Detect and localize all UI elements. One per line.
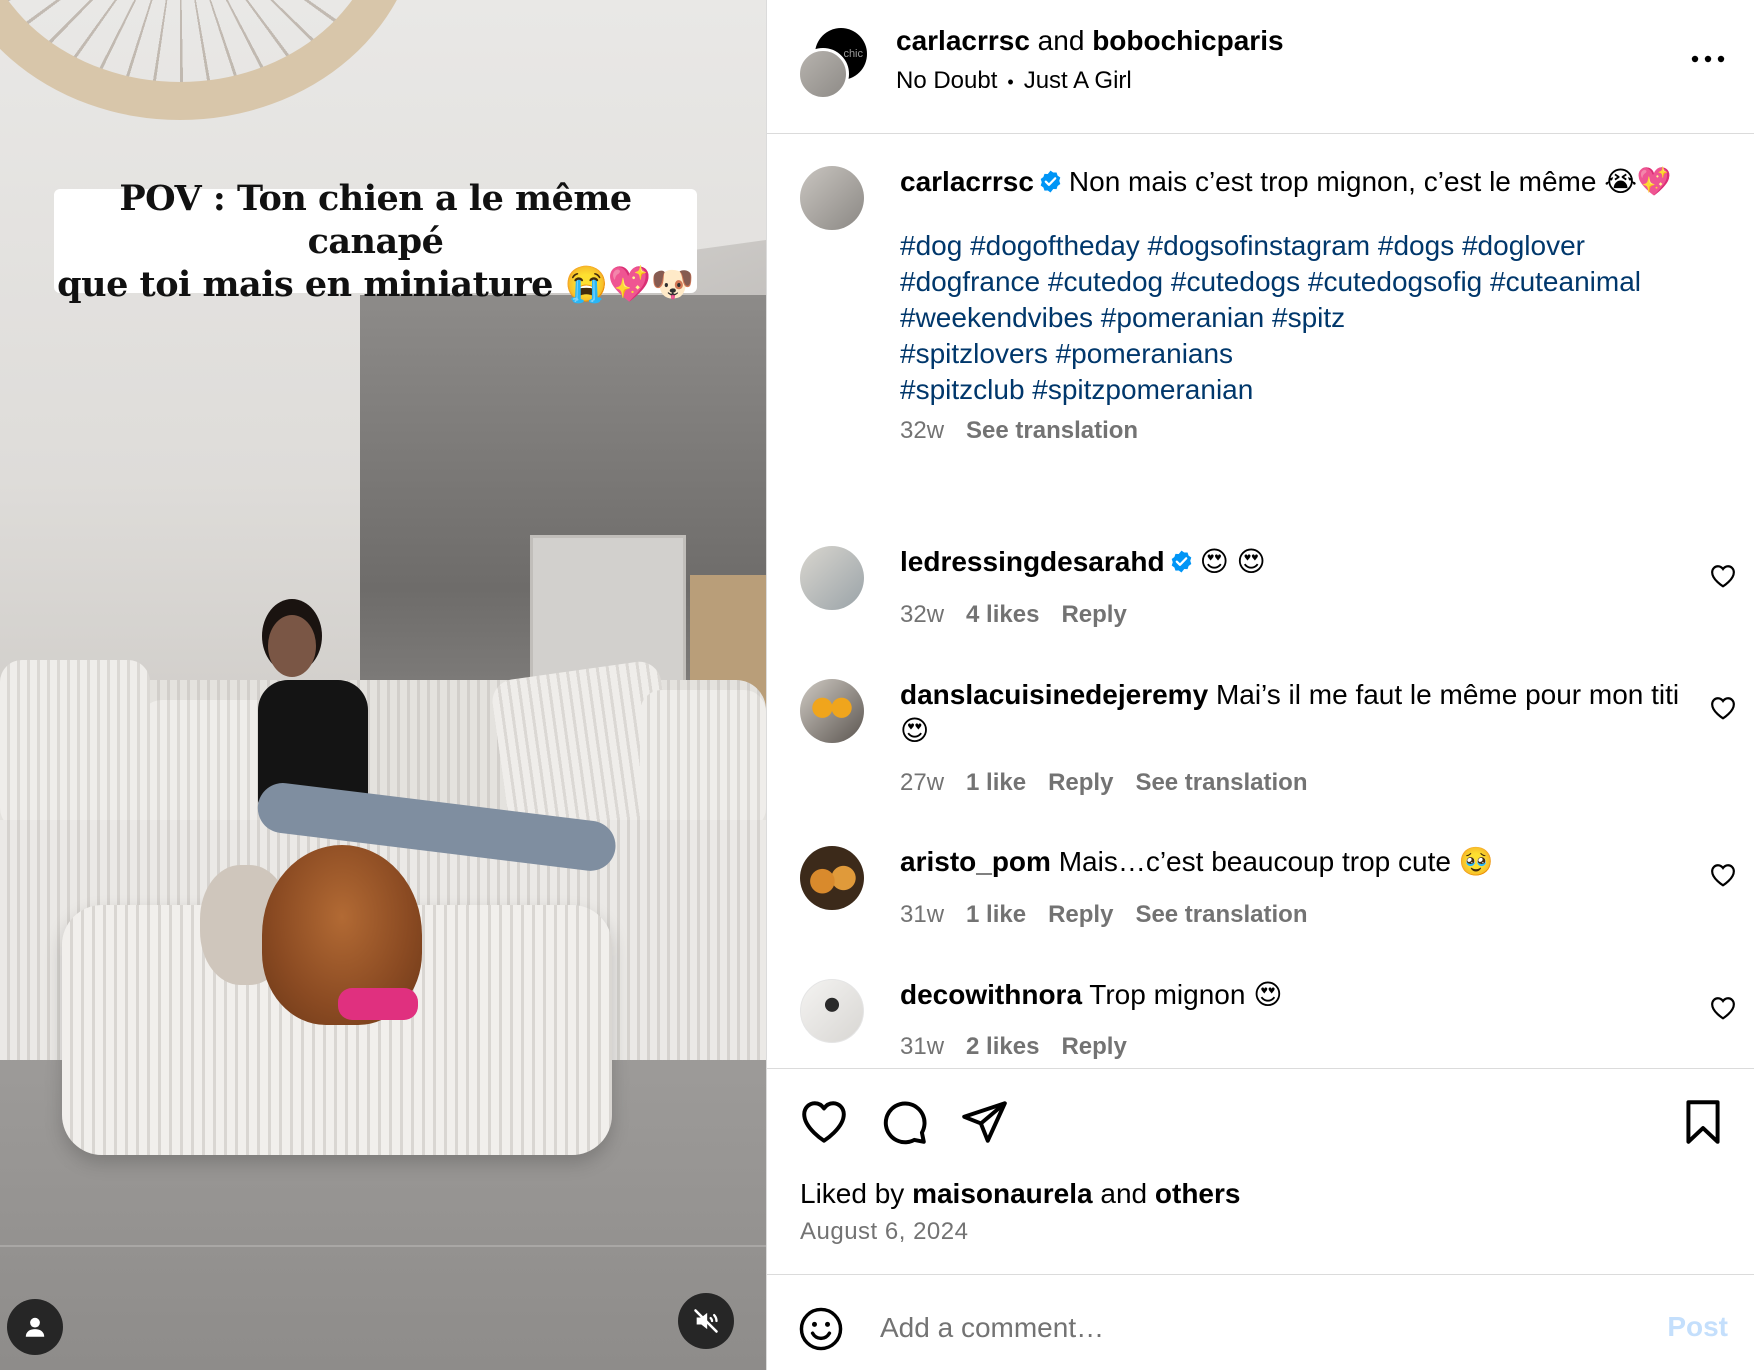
commenter-avatar[interactable] [800,979,864,1043]
authors-joiner: and [1029,25,1093,56]
hashtag-line[interactable]: #dogfrance #cutedog #cutedogs #cutedogso… [900,264,1700,300]
user-icon [25,1317,45,1337]
author-username[interactable]: carlacrrsc [896,25,1030,56]
comment-text-block: danslacuisinedejeremy Mai’s il me faut l… [900,677,1680,749]
caption-meta: 32w See translation [900,416,1160,446]
verified-badge-icon [1171,550,1191,573]
comment-like-heart-icon[interactable] [1710,564,1736,588]
commenter-avatar[interactable] [800,846,864,910]
comment-text-block: ledressingdesarahd 😍 😍 [900,544,1700,580]
comment-likes[interactable]: 1 like [966,901,1026,928]
comment-timestamp[interactable]: 31w [900,1033,944,1060]
audio-artist: No Doubt [896,67,998,94]
speaker-muted-icon [694,1309,718,1333]
person-head [268,615,316,677]
hashtag-line[interactable]: #weekendvibes #pomeranian #spitz [900,300,1700,336]
post-comment-button[interactable]: Post [1667,1311,1728,1343]
hashtag-line[interactable]: #dog #dogoftheday #dogsofinstagram #dogs… [900,228,1700,264]
comment-username[interactable]: decowithnora [900,979,1082,1010]
caption-text: Non mais c’est trop mignon, c’est le mêm… [1068,166,1672,197]
floor-tile-line [0,1245,766,1247]
audio-separator: • [1007,72,1014,92]
comment-like-heart-icon[interactable] [1710,996,1736,1020]
caption-hashtags[interactable]: #dog #dogoftheday #dogsofinstagram #dogs… [900,228,1700,408]
caption-username[interactable]: carlacrrsc [900,166,1034,197]
collab-username[interactable]: bobochicparis [1092,25,1283,56]
liked-by-others[interactable]: others [1155,1178,1241,1209]
comment-likes[interactable]: 4 likes [966,601,1039,628]
post-header: chic carlacrrsc and bobochicparis No Dou… [767,0,1754,134]
comment-text: Trop mignon 😍 [1089,979,1283,1010]
comment-text-block: decowithnora Trop mignon 😍 [900,977,1700,1013]
rattan-lamp [0,0,420,120]
overlay-line-2: que toi mais en miniature 😭💖🐶 [57,263,694,305]
post-details-panel: chic carlacrrsc and bobochicparis No Dou… [767,0,1754,1370]
comment-text-block: aristo_pom Mais…c’est beaucoup trop cute… [900,844,1700,880]
commenter-avatar[interactable] [800,546,864,610]
like-heart-icon[interactable] [799,1097,849,1147]
liked-by-summary[interactable]: Liked by maisonaurela and others [800,1177,1240,1211]
comment-text: Mais…c’est beaucoup trop cute 🥹 [1058,846,1494,877]
comment-timestamp[interactable]: 32w [900,601,944,628]
caption-author-avatar[interactable] [800,166,864,230]
comment-see-translation[interactable]: See translation [1135,901,1307,928]
comment-reply-button[interactable]: Reply [1061,601,1126,628]
comment-username[interactable]: ledressingdesarahd [900,546,1165,577]
post-date[interactable]: August 6, 2024 [800,1217,968,1247]
emoji-picker-icon[interactable] [798,1306,844,1352]
comment-see-translation[interactable]: See translation [1135,769,1307,796]
comment-like-heart-icon[interactable] [1710,696,1736,720]
comment-timestamp[interactable]: 31w [900,901,944,928]
comment-text: 😍 😍 [1199,546,1266,577]
hashtag-line[interactable]: #spitzlovers #pomeranians [900,336,1700,372]
comment-meta: 31w 1 like Reply See translation [900,900,1330,930]
comment-reply-button[interactable]: Reply [1048,769,1113,796]
overlay-line-1: POV : Ton chien a le même canapé [119,177,632,262]
share-paper-plane-icon[interactable] [959,1097,1009,1147]
save-bookmark-icon[interactable] [1678,1097,1728,1147]
post-video[interactable]: POV : Ton chien a le même canapé que toi … [0,0,766,1370]
caption-timestamp[interactable]: 32w [900,417,944,444]
comment-username[interactable]: danslacuisinedejeremy [900,679,1208,710]
audio-attribution[interactable]: No Doubt • Just A Girl [896,66,1132,97]
tagged-users-button[interactable] [7,1299,63,1355]
comments-list[interactable]: carlacrrsc Non mais c’est trop mignon, c’… [767,134,1754,1068]
hashtag-line[interactable]: #spitzclub #spitzpomeranian [900,372,1700,408]
audio-song: Just A Girl [1023,67,1132,94]
more-horizontal-icon [1691,55,1725,63]
author-avatar[interactable] [797,48,849,100]
caption-see-translation[interactable]: See translation [966,417,1138,444]
pink-toy [338,988,418,1020]
comment-meta: 32w 4 likes Reply [900,600,1149,630]
sofa-pillow [0,660,150,830]
video-text-overlay: POV : Ton chien a le même canapé que toi … [54,178,697,305]
comment-timestamp[interactable]: 27w [900,769,944,796]
comment-composer: Post [767,1274,1754,1371]
comment-reply-button[interactable]: Reply [1061,1033,1126,1060]
comment-bubble-icon[interactable] [879,1097,929,1147]
liked-by-user[interactable]: maisonaurela [912,1178,1093,1209]
post-authors: carlacrrsc and bobochicparis [896,24,1284,58]
post-actions: Liked by maisonaurela and others August … [767,1068,1754,1275]
collab-avatar-text: chic [843,48,863,60]
liked-by-prefix: Liked by [800,1178,913,1209]
more-options-button[interactable] [1688,42,1728,66]
comment-meta: 31w 2 likes Reply [900,1032,1149,1062]
mute-toggle-button[interactable] [678,1293,734,1349]
caption-text-block: carlacrrsc Non mais c’est trop mignon, c’… [900,164,1700,408]
comment-likes[interactable]: 2 likes [966,1033,1039,1060]
comment-like-heart-icon[interactable] [1710,863,1736,887]
add-comment-input[interactable] [880,1305,1580,1351]
comment-likes[interactable]: 1 like [966,769,1026,796]
verified-badge-icon [1040,170,1061,193]
commenter-avatar[interactable] [800,679,864,743]
comment-meta: 27w 1 like Reply See translation [900,768,1330,798]
comment-username[interactable]: aristo_pom [900,846,1051,877]
liked-by-joiner: and [1092,1178,1155,1209]
comment-reply-button[interactable]: Reply [1048,901,1113,928]
sofa-pillow [640,690,766,830]
